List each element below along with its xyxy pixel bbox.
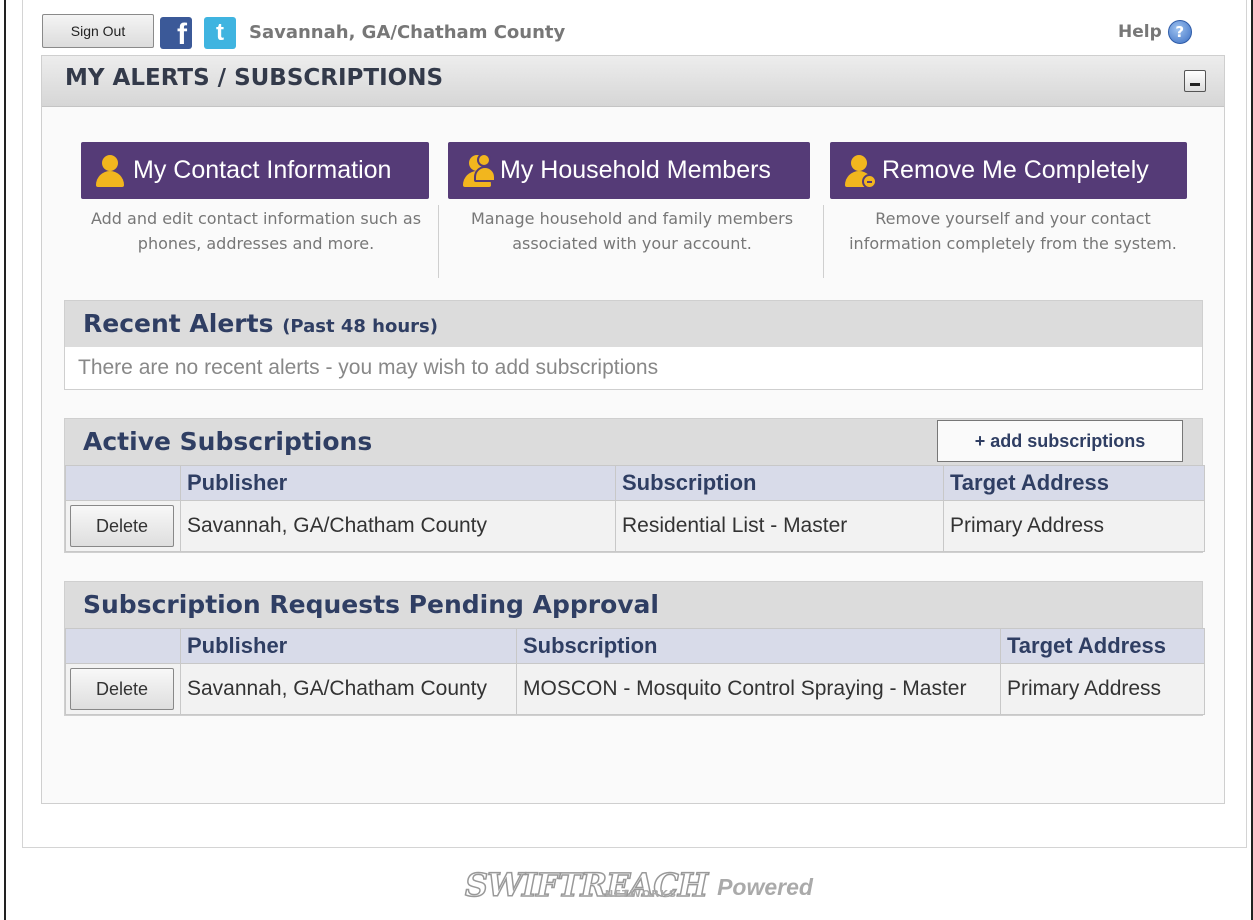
- delete-button[interactable]: Delete: [70, 505, 174, 547]
- action-label: Remove Me Completely: [882, 156, 1149, 184]
- table-header-row: Publisher Subscription Target Address: [65, 465, 1205, 501]
- panel-header: MY ALERTS / SUBSCRIPTIONS: [42, 56, 1224, 107]
- swiftreach-logo: SWIFTREACH NETWORKS: [464, 867, 709, 903]
- column-header: [65, 465, 181, 501]
- target-address-cell: Primary Address: [1000, 663, 1205, 715]
- recent-alerts-empty-message: There are no recent alerts - you may wis…: [78, 356, 659, 379]
- remove-me-completely-button[interactable]: Remove Me Completely: [830, 142, 1187, 199]
- pending-approval-header: Subscription Requests Pending Approval: [65, 582, 1202, 628]
- facebook-icon[interactable]: f: [160, 17, 192, 51]
- facebook-glyph: f: [177, 18, 187, 51]
- column-header-publisher: Publisher: [180, 628, 517, 664]
- recent-alerts-section: Recent Alerts (Past 48 hours) There are …: [64, 300, 1203, 390]
- publisher-cell: Savannah, GA/Chatham County: [180, 500, 616, 552]
- column-header-subscription: Subscription: [615, 465, 944, 501]
- target-address-cell: Primary Address: [943, 500, 1205, 552]
- column-header-target-address: Target Address: [1000, 628, 1205, 664]
- twitter-icon[interactable]: t: [204, 17, 236, 49]
- table-header-row: Publisher Subscription Target Address: [65, 628, 1205, 664]
- help-label: Help: [1118, 22, 1162, 42]
- contact-information-description: Add and edit contact information such as…: [90, 209, 422, 253]
- column-header: [65, 628, 181, 664]
- recent-alerts-title: Recent Alerts (Past 48 hours): [83, 309, 438, 338]
- recent-alerts-title-text: Recent Alerts: [83, 309, 274, 338]
- active-subscriptions-title: Active Subscriptions: [83, 427, 373, 456]
- pending-approval-table: Publisher Subscription Target Address De…: [65, 628, 1205, 715]
- table-row: Delete Savannah, GA/Chatham County Resid…: [65, 500, 1205, 552]
- delete-button[interactable]: Delete: [70, 668, 174, 710]
- swiftreach-logo-subtext: NETWORKS: [604, 889, 678, 900]
- subscription-cell: Residential List - Master: [615, 500, 944, 552]
- minimize-icon[interactable]: [1184, 70, 1206, 92]
- people-icon: [460, 152, 496, 189]
- twitter-glyph: t: [216, 19, 224, 46]
- divider: [438, 205, 439, 278]
- person-icon: [93, 153, 127, 189]
- panel-title: MY ALERTS / SUBSCRIPTIONS: [65, 65, 444, 91]
- add-subscriptions-button[interactable]: + add subscriptions: [937, 420, 1183, 462]
- recent-alerts-header: Recent Alerts (Past 48 hours): [65, 301, 1202, 347]
- help-icon: ?: [1167, 20, 1192, 44]
- column-header-publisher: Publisher: [180, 465, 616, 501]
- table-row: Delete Savannah, GA/Chatham County MOSCO…: [65, 663, 1205, 715]
- help-link[interactable]: Help ?: [1118, 20, 1192, 44]
- publisher-cell: Savannah, GA/Chatham County: [180, 663, 517, 715]
- active-subscriptions-section: Active Subscriptions + add subscriptions…: [64, 418, 1205, 553]
- my-contact-information-button[interactable]: My Contact Information: [81, 142, 429, 199]
- recent-alerts-title-note: (Past 48 hours): [282, 316, 438, 337]
- subscription-cell: MOSCON - Mosquito Control Spraying - Mas…: [516, 663, 1001, 715]
- pending-approval-section: Subscription Requests Pending Approval P…: [64, 581, 1205, 716]
- powered-label: Powered: [717, 874, 813, 900]
- my-household-members-button[interactable]: My Household Members: [448, 142, 810, 199]
- remove-me-description: Remove yourself and your contact informa…: [849, 209, 1177, 253]
- organization-name: Savannah, GA/Chatham County: [249, 22, 566, 43]
- action-label: My Household Members: [500, 156, 771, 184]
- household-members-description: Manage household and family members asso…: [470, 209, 794, 253]
- person-remove-icon: [842, 153, 877, 189]
- active-subscriptions-table: Publisher Subscription Target Address De…: [65, 465, 1205, 552]
- action-label: My Contact Information: [133, 156, 392, 184]
- column-header-target-address: Target Address: [943, 465, 1205, 501]
- column-header-subscription: Subscription: [516, 628, 1001, 664]
- pending-approval-title: Subscription Requests Pending Approval: [83, 590, 659, 619]
- active-subscriptions-header: Active Subscriptions + add subscriptions: [65, 419, 1202, 465]
- footer-branding: SWIFTREACH NETWORKS Powered: [464, 867, 813, 903]
- delete-cell: Delete: [65, 663, 181, 715]
- sign-out-button[interactable]: Sign Out: [42, 14, 154, 48]
- divider: [823, 205, 824, 278]
- delete-cell: Delete: [65, 500, 181, 552]
